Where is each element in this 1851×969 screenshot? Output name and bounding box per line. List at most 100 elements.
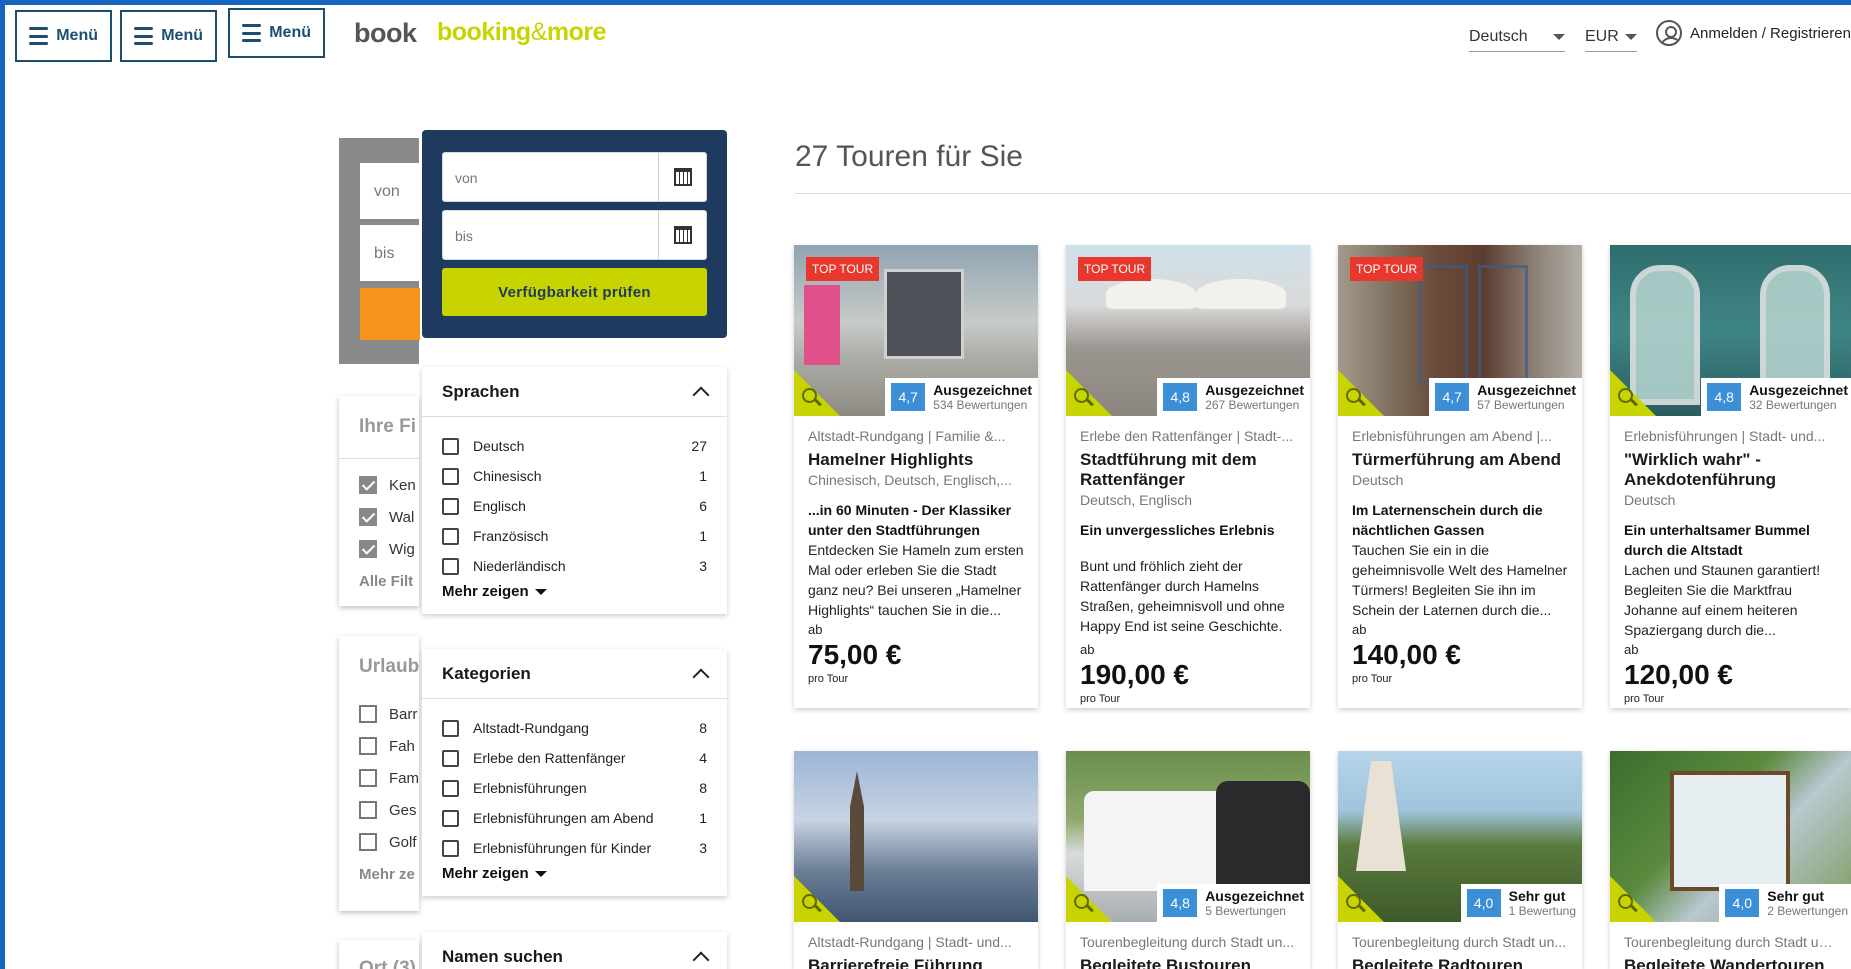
- background-holiday-card: Urlaub Barr Fah Fam Ges Golf Mehr ze: [339, 636, 419, 911]
- tour-title[interactable]: Türmerführung am Abend: [1352, 450, 1568, 470]
- tour-image[interactable]: 4,0 Sehr gut 1 Bewertung: [1338, 751, 1582, 922]
- background-filter-label: Wal: [389, 508, 415, 526]
- tour-image[interactable]: [794, 751, 1038, 922]
- checkbox-icon[interactable]: [442, 467, 459, 485]
- rating-score: 4,8: [1163, 383, 1198, 411]
- rating-score: 4,7: [891, 383, 926, 411]
- tour-title[interactable]: Hamelner Highlights: [808, 450, 1024, 470]
- tour-card[interactable]: 4,8 Ausgezeichnet 5 Bewertungen Tourenbeg…: [1066, 751, 1310, 969]
- checkbox-icon[interactable]: [442, 557, 459, 575]
- tour-title[interactable]: "Wirklich wahr" - Anekdotenführung: [1624, 450, 1837, 490]
- category-option[interactable]: Erlebe den Rattenfänger 4: [442, 743, 707, 773]
- review-count: 534 Bewertungen: [933, 398, 1028, 412]
- rating-label: Ausgezeichnet: [1205, 382, 1304, 398]
- divider: [795, 193, 1851, 194]
- rating-label: Sehr gut: [1508, 888, 1566, 904]
- language-option[interactable]: Deutsch 27: [442, 431, 707, 461]
- show-more-categories[interactable]: Mehr zeigen: [422, 863, 727, 896]
- menu-button[interactable]: Menü: [15, 10, 112, 62]
- tour-title[interactable]: Begleitete Wandertouren: [1624, 956, 1837, 969]
- tour-title[interactable]: Begleitete Bustouren: [1080, 956, 1296, 969]
- checkbox-icon: [359, 801, 377, 819]
- tour-price: 120,00 €: [1624, 659, 1733, 690]
- background-from-field: von: [360, 163, 420, 219]
- zoom-icon[interactable]: [1074, 388, 1094, 408]
- tour-card[interactable]: TOP TOUR 4,8 Ausgezeichnet 267 Bewertunge…: [1066, 245, 1310, 708]
- calendar-button[interactable]: [658, 153, 706, 201]
- category-option[interactable]: Altstadt-Rundgang 8: [442, 713, 707, 743]
- tour-image[interactable]: 4,8 Ausgezeichnet 32 Bewertungen: [1610, 245, 1851, 416]
- checkbox-icon[interactable]: [442, 497, 459, 515]
- language-select[interactable]: Deutsch: [1469, 22, 1565, 52]
- tour-image[interactable]: 4,0 Sehr gut 2 Bewertungen: [1610, 751, 1851, 922]
- checkbox-icon[interactable]: [442, 809, 459, 827]
- tour-card[interactable]: TOP TOUR 4,7 Ausgezeichnet 534 Bewertunge…: [794, 245, 1038, 708]
- zoom-icon[interactable]: [1346, 894, 1366, 914]
- menu-button[interactable]: Menü: [228, 8, 325, 58]
- tour-title[interactable]: Barrierefreie Führung: [808, 956, 1024, 969]
- name-search-header[interactable]: Namen suchen: [422, 932, 727, 969]
- calendar-button[interactable]: [658, 211, 706, 259]
- language-option[interactable]: Englisch 6: [442, 491, 707, 521]
- categories-filter-header[interactable]: Kategorien: [422, 649, 727, 699]
- option-label: Französisch: [473, 528, 549, 544]
- category-option[interactable]: Erlebnisführungen 8: [442, 773, 707, 803]
- language-option[interactable]: Niederländisch 3: [442, 551, 707, 581]
- language-option[interactable]: Chinesisch 1: [442, 461, 707, 491]
- zoom-icon[interactable]: [802, 894, 822, 914]
- tour-image[interactable]: TOP TOUR 4,7 Ausgezeichnet 57 Bewertungen: [1338, 245, 1582, 416]
- rating-badge: 4,0 Sehr gut 1 Bewertung: [1460, 884, 1582, 922]
- currency-select[interactable]: EUR: [1585, 22, 1637, 52]
- language-option[interactable]: Französisch 1: [442, 521, 707, 551]
- checkbox-icon: [359, 833, 377, 851]
- category-option[interactable]: Erlebnisführungen für Kinder 3: [442, 833, 707, 863]
- site-logo[interactable]: booking&more: [437, 18, 607, 47]
- tour-image[interactable]: TOP TOUR 4,7 Ausgezeichnet 534 Bewertunge…: [794, 245, 1038, 416]
- tour-image[interactable]: TOP TOUR 4,8 Ausgezeichnet 267 Bewertunge…: [1066, 245, 1310, 416]
- account-link[interactable]: Anmelden / Registrieren: [1656, 20, 1851, 46]
- check-availability-button[interactable]: Verfügbarkeit prüfen: [442, 268, 707, 316]
- languages-filter-title: Sprachen: [442, 381, 520, 401]
- tour-card[interactable]: Altstadt-Rundgang | Stadt- und... Barrie…: [794, 751, 1038, 969]
- language-value: Deutsch: [1469, 27, 1528, 45]
- rating-badge: 4,7 Ausgezeichnet 57 Bewertungen: [1429, 378, 1582, 416]
- show-more-languages[interactable]: Mehr zeigen: [422, 581, 727, 614]
- tour-description: ...in 60 Minuten - Der Klassiker unter d…: [808, 500, 1024, 620]
- zoom-icon[interactable]: [1618, 388, 1638, 408]
- tour-card[interactable]: 4,8 Ausgezeichnet 32 Bewertungen Erlebnis…: [1610, 245, 1851, 708]
- checkbox-icon[interactable]: [442, 719, 459, 737]
- to-date-field[interactable]: bis: [442, 210, 707, 260]
- logo-text: booking: [437, 18, 531, 46]
- background-search-button: [360, 288, 420, 340]
- chevron-up-icon: [692, 668, 710, 685]
- checkbox-icon[interactable]: [442, 527, 459, 545]
- option-label: Niederländisch: [473, 558, 566, 574]
- languages-filter-header[interactable]: Sprachen: [422, 367, 727, 417]
- checkbox-icon[interactable]: [442, 749, 459, 767]
- price-unit: pro Tour: [1080, 693, 1121, 705]
- tour-title[interactable]: Begleitete Radtouren: [1352, 956, 1568, 969]
- tour-image[interactable]: 4,8 Ausgezeichnet 5 Bewertungen: [1066, 751, 1310, 922]
- category-option[interactable]: Erlebnisführungen am Abend 1: [442, 803, 707, 833]
- zoom-icon[interactable]: [1618, 894, 1638, 914]
- tour-title[interactable]: Stadtführung mit dem Rattenfänger: [1080, 450, 1296, 490]
- menu-button[interactable]: Menü: [120, 10, 217, 62]
- zoom-icon[interactable]: [1346, 388, 1366, 408]
- tour-card[interactable]: 4,0 Sehr gut 2 Bewertungen Tourenbegleitu…: [1610, 751, 1851, 969]
- checkbox-icon[interactable]: [442, 779, 459, 797]
- from-date-field[interactable]: von: [442, 152, 707, 202]
- tour-category: Tourenbegleitung durch Stadt un...: [1080, 934, 1295, 950]
- zoom-icon[interactable]: [1074, 894, 1094, 914]
- background-filter-row: Wig: [339, 533, 419, 565]
- background-holiday-row: Ges: [339, 794, 419, 826]
- window-frame-top: [0, 0, 1851, 5]
- background-filter-label: Wig: [389, 540, 415, 558]
- tour-card[interactable]: TOP TOUR 4,7 Ausgezeichnet 57 Bewertungen…: [1338, 245, 1582, 708]
- top-tour-badge: TOP TOUR: [1350, 257, 1424, 281]
- rating-label: Ausgezeichnet: [1749, 382, 1848, 398]
- zoom-icon[interactable]: [802, 388, 822, 408]
- tour-card[interactable]: 4,0 Sehr gut 1 Bewertung Tourenbegleitung…: [1338, 751, 1582, 969]
- checkbox-icon[interactable]: [442, 437, 459, 455]
- tour-tagline: Ein unvergessliches Erlebnis: [1080, 522, 1275, 538]
- checkbox-icon[interactable]: [442, 839, 459, 857]
